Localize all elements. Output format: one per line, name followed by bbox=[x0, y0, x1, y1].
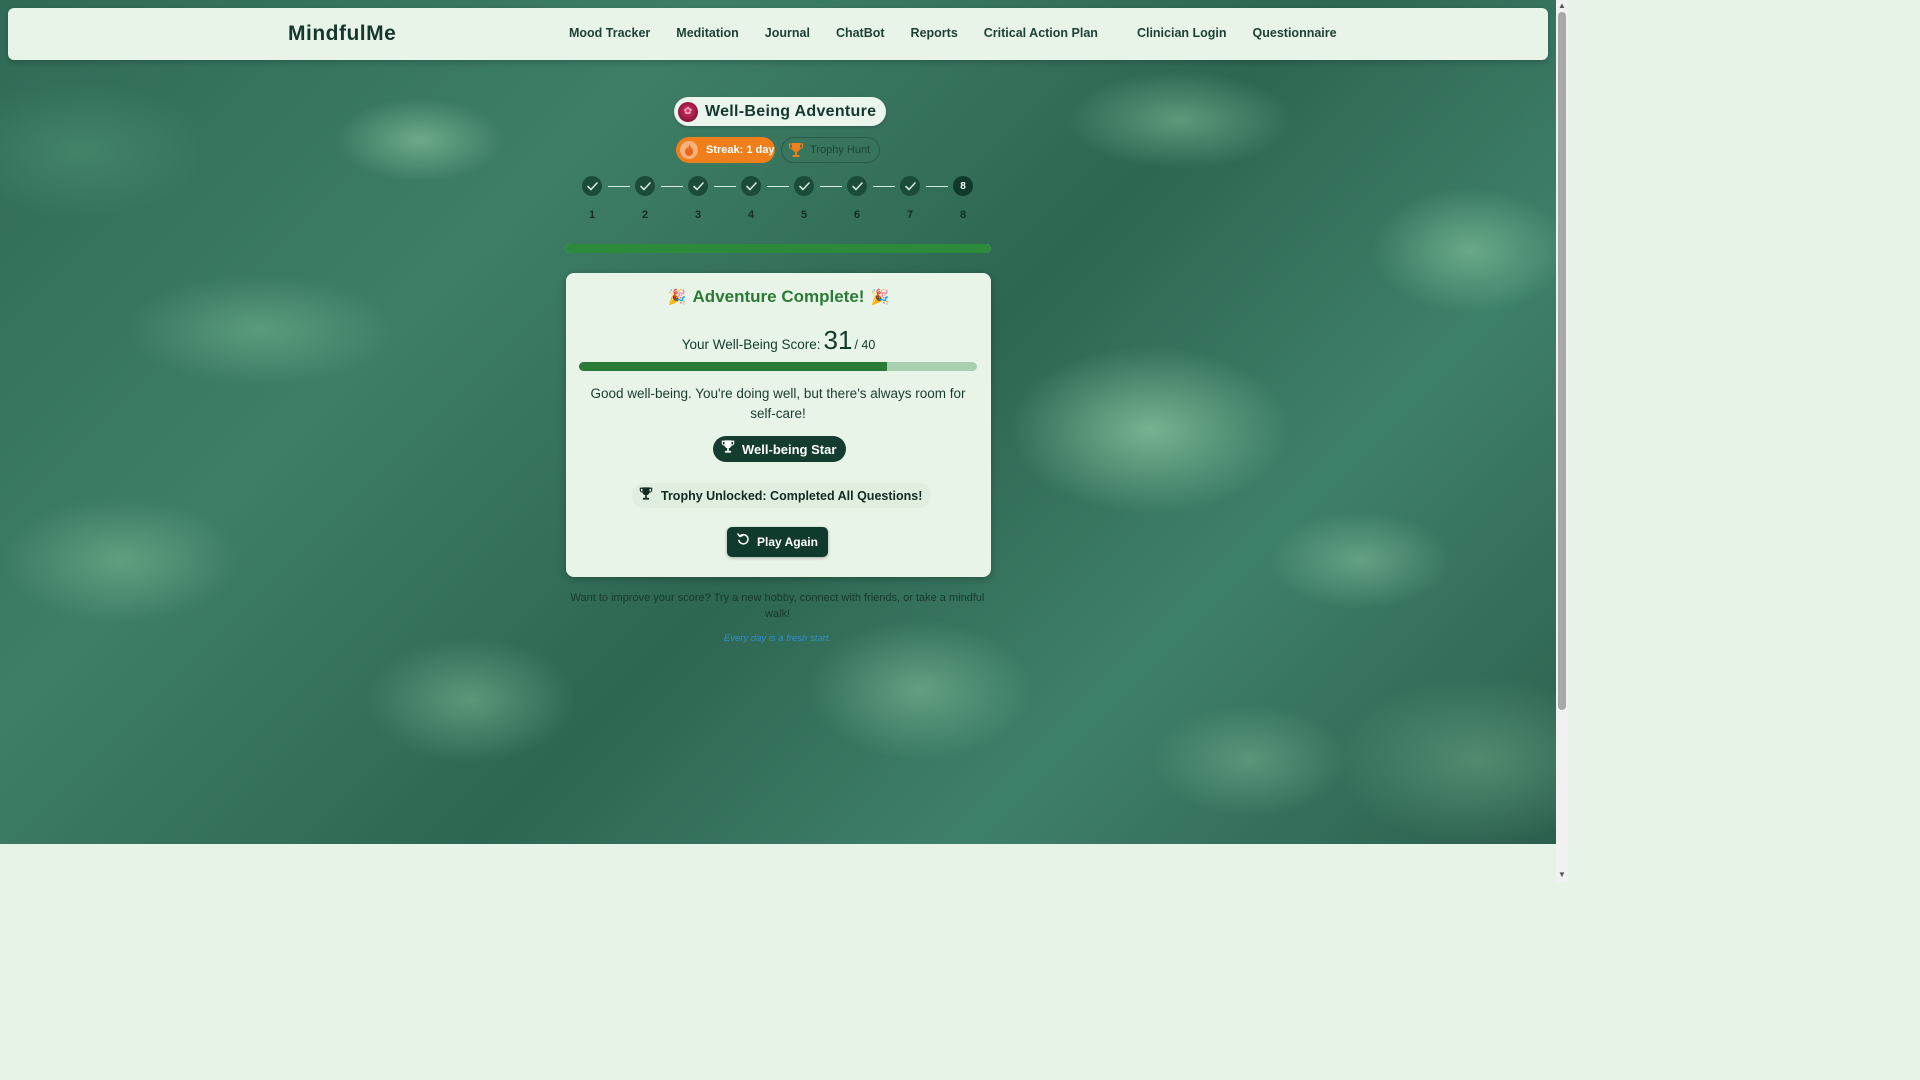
page-footer-strip bbox=[0, 844, 1556, 882]
nav-link-questionnaire[interactable]: Questionnaire bbox=[1253, 26, 1337, 40]
step-2: 2 bbox=[635, 176, 655, 221]
top-navbar: MindfulMe Mood Tracker Meditation Journa… bbox=[8, 8, 1548, 60]
score-bar bbox=[579, 362, 977, 371]
score-bar-fill bbox=[579, 362, 888, 371]
trophy-icon bbox=[787, 141, 805, 159]
step-connector bbox=[767, 186, 789, 187]
step-6: 6 bbox=[847, 176, 867, 221]
check-icon bbox=[688, 176, 708, 196]
step-connector bbox=[608, 186, 630, 187]
results-title-row: 🎉 Adventure Complete! 🎉 bbox=[566, 287, 991, 307]
motivational-quote: Every day is a fresh start. bbox=[723, 633, 832, 644]
score-label: Your Well-Being Score: bbox=[681, 337, 821, 352]
step-number: 1 bbox=[588, 209, 596, 221]
nav-link-meditation[interactable]: Meditation bbox=[676, 26, 739, 40]
badge-label: Well-being Star bbox=[742, 441, 837, 457]
scroll-down-arrow-icon[interactable]: ▼ bbox=[1558, 871, 1566, 879]
score-feedback: Good well-being. You're doing well, but … bbox=[590, 386, 966, 421]
step-connector bbox=[714, 186, 736, 187]
well-being-star-badge: Well-being Star bbox=[713, 436, 847, 462]
game-title-pill: ✿ Well-Being Adventure bbox=[674, 97, 887, 126]
check-icon bbox=[741, 176, 761, 196]
step-4: 4 bbox=[741, 176, 761, 221]
step-number: 7 bbox=[906, 209, 914, 221]
flame-icon bbox=[680, 141, 698, 159]
step-number: 3 bbox=[694, 209, 702, 221]
step-number: 5 bbox=[800, 209, 808, 221]
check-icon bbox=[582, 176, 602, 196]
results-title: Adventure Complete! bbox=[692, 287, 865, 306]
nav-link-chatbot[interactable]: ChatBot bbox=[836, 26, 885, 40]
trophy-icon bbox=[721, 439, 735, 459]
check-icon bbox=[900, 176, 920, 196]
trophy-unlocked-notice: Trophy Unlocked: Completed All Questions… bbox=[632, 483, 932, 508]
trophy-icon bbox=[639, 486, 653, 506]
trophy-unlocked-label: Trophy Unlocked: Completed All Questions… bbox=[661, 488, 923, 503]
nav-links: Mood Tracker Meditation Journal ChatBot … bbox=[569, 26, 1363, 40]
step-number: 2 bbox=[641, 209, 649, 221]
party-popper-icon: 🎉 bbox=[870, 289, 890, 306]
scrollbar-thumb[interactable] bbox=[1558, 12, 1566, 710]
nav-link-reports[interactable]: Reports bbox=[911, 26, 958, 40]
rose-icon: ✿ bbox=[678, 101, 698, 122]
nav-link-critical-action-plan[interactable]: Critical Action Plan bbox=[984, 26, 1098, 40]
brand-logo[interactable]: MindfulMe bbox=[288, 22, 396, 46]
check-icon bbox=[635, 176, 655, 196]
step-connector bbox=[873, 186, 895, 187]
step-1: 1 bbox=[582, 176, 602, 221]
step-number: 4 bbox=[747, 209, 755, 221]
adventure-progress-fill bbox=[565, 244, 991, 253]
play-again-button[interactable]: Play Again bbox=[727, 527, 828, 557]
score-value: 31 bbox=[823, 325, 853, 355]
step-5: 5 bbox=[794, 176, 814, 221]
step-current-marker: 8 bbox=[953, 176, 973, 196]
step-3: 3 bbox=[688, 176, 708, 221]
restart-icon bbox=[737, 533, 750, 551]
step-connector bbox=[661, 186, 683, 187]
game-title: Well-Being Adventure bbox=[705, 102, 877, 120]
adventure-progress-bar bbox=[565, 244, 991, 253]
step-connector bbox=[926, 186, 948, 187]
trophy-hunt-label: Trophy Hunt bbox=[810, 144, 871, 156]
nav-link-mood-tracker[interactable]: Mood Tracker bbox=[569, 26, 650, 40]
step-number: 8 bbox=[959, 209, 967, 221]
scroll-up-arrow-icon[interactable]: ▲ bbox=[1558, 2, 1566, 10]
streak-badge: Streak: 1 day bbox=[676, 137, 775, 163]
score-max: / 40 bbox=[854, 338, 876, 352]
nav-link-clinician-login[interactable]: Clinician Login bbox=[1137, 26, 1227, 40]
party-popper-icon: 🎉 bbox=[667, 289, 687, 306]
step-8: 88 bbox=[953, 176, 973, 221]
trophy-hunt-button[interactable]: Trophy Hunt bbox=[781, 137, 880, 163]
streak-label: Streak: 1 day bbox=[706, 144, 775, 156]
improvement-tip: Want to improve your score? Try a new ho… bbox=[570, 592, 985, 620]
step-7: 7 bbox=[900, 176, 920, 221]
nav-link-journal[interactable]: Journal bbox=[765, 26, 810, 40]
results-card: 🎉 Adventure Complete! 🎉 Your Well-Being Sc… bbox=[566, 273, 991, 577]
score-line: Your Well-Being Score: 31/ 40 bbox=[566, 325, 991, 356]
vertical-scrollbar[interactable]: ▲ ▼ bbox=[1556, 0, 1568, 882]
play-again-label: Play Again bbox=[757, 535, 818, 549]
check-icon bbox=[847, 176, 867, 196]
check-icon bbox=[794, 176, 814, 196]
step-number: 6 bbox=[853, 209, 861, 221]
step-indicator: 123456788 bbox=[582, 176, 982, 226]
step-connector bbox=[820, 186, 842, 187]
